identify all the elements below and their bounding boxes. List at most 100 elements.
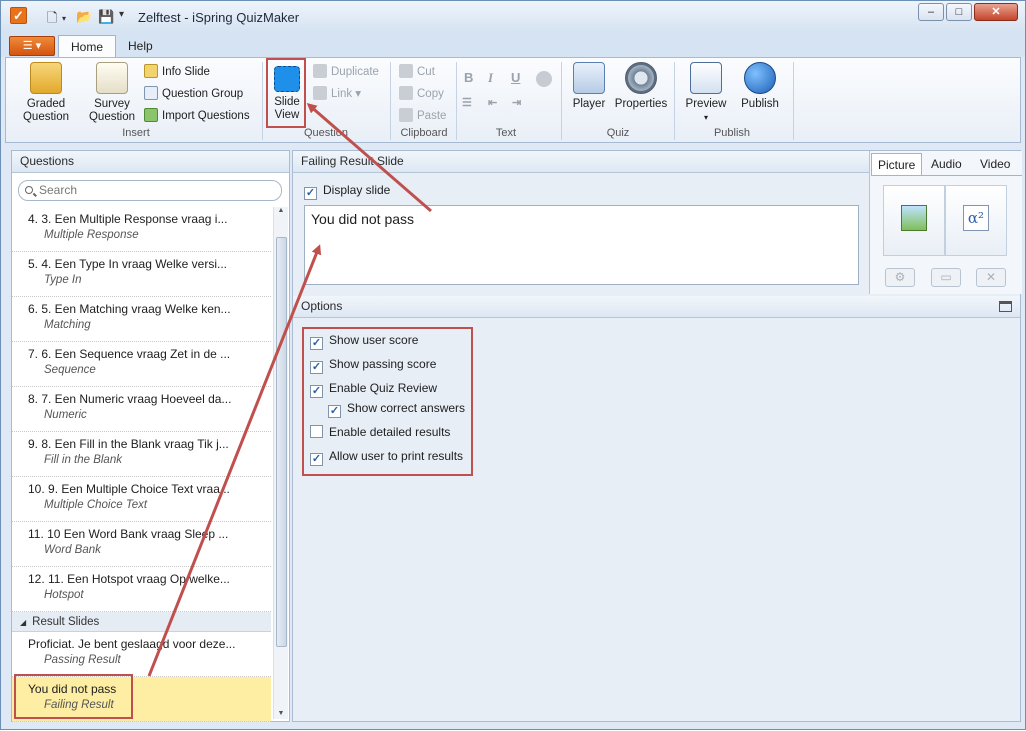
new-file-icon[interactable]: 🗋 bbox=[47, 9, 57, 31]
underline-button[interactable]: U bbox=[511, 70, 520, 85]
list-item[interactable]: 4. 3. Een Multiple Response vraag i... Mu… bbox=[12, 207, 271, 252]
quiz-group-label: Quiz bbox=[606, 127, 630, 139]
options-collapse-icon[interactable] bbox=[999, 301, 1012, 312]
maximize-button[interactable]: □ bbox=[946, 3, 972, 21]
decrease-indent-icon[interactable]: ⇤ bbox=[488, 96, 497, 109]
info-slide-button[interactable]: Info Slide bbox=[144, 63, 210, 81]
search-input[interactable]: Search bbox=[18, 180, 282, 201]
result-slides-section[interactable]: ◢ Result Slides bbox=[12, 612, 271, 632]
question-title: 5. 4. Een Type In vraag Welke versi... bbox=[28, 257, 227, 271]
import-questions-label: Import Questions bbox=[162, 110, 250, 122]
gear-icon bbox=[625, 62, 657, 94]
info-slide-label: Info Slide bbox=[162, 66, 210, 78]
list-item[interactable]: 9. 8. Een Fill in the Blank vraag Tik j.… bbox=[12, 432, 271, 477]
qat-customize-icon[interactable]: ▾ bbox=[119, 9, 124, 20]
link-button[interactable]: Link ▾ bbox=[313, 85, 361, 103]
link-label: Link bbox=[331, 88, 353, 100]
survey-question-icon bbox=[96, 62, 128, 94]
tab-home[interactable]: Home bbox=[58, 35, 117, 57]
app-menu-button[interactable]: ☰ ▾ bbox=[9, 36, 55, 56]
copy-icon bbox=[399, 86, 413, 100]
question-group-label: Question Group bbox=[162, 88, 244, 100]
questions-scrollbar[interactable]: ▲ ▼ bbox=[273, 207, 288, 719]
copy-button[interactable]: Copy bbox=[399, 85, 444, 103]
list-item[interactable]: 8. 7. Een Numeric vraag Hoeveel da... Num… bbox=[12, 387, 271, 432]
insert-group-label: Insert bbox=[122, 127, 150, 139]
increase-indent-icon[interactable]: ⇥ bbox=[512, 96, 521, 109]
minimize-button[interactable]: ‒ bbox=[918, 3, 944, 21]
bullet-list-icon[interactable]: ☰ bbox=[462, 96, 472, 109]
list-item[interactable]: 5. 4. Een Type In vraag Welke versi... Ty… bbox=[12, 252, 271, 297]
display-slide-checkbox[interactable]: ✓ Display slide bbox=[304, 183, 390, 200]
duplicate-icon bbox=[313, 64, 327, 78]
survey-question-button[interactable]: Survey Question bbox=[86, 62, 138, 124]
question-title: 11. 10 Een Word Bank vraag Sleep ... bbox=[28, 527, 229, 541]
title-bar: ✓ 🗋 ▾ 📂 💾 ▾ Zelftest - iSpring QuizMaker… bbox=[1, 1, 1025, 32]
list-item[interactable]: Proficiat. Je bent geslaagd voor deze...… bbox=[12, 632, 271, 677]
dropdown-arrow-icon[interactable]: ▾ bbox=[62, 14, 66, 23]
media-folder-button[interactable]: ▭ bbox=[931, 268, 961, 287]
slide-text: You did not pass bbox=[311, 211, 415, 227]
cut-button[interactable]: Cut bbox=[399, 63, 435, 81]
link-icon bbox=[313, 86, 327, 100]
question-type: Fill in the Blank bbox=[44, 454, 122, 466]
question-type: Type In bbox=[44, 274, 82, 286]
slide-text-editor[interactable]: You did not pass bbox=[304, 205, 859, 285]
question-group-icon bbox=[144, 86, 158, 100]
import-questions-button[interactable]: Import Questions bbox=[144, 107, 250, 125]
insert-picture-button[interactable] bbox=[883, 185, 945, 256]
search-icon bbox=[25, 186, 33, 194]
tab-audio[interactable]: Audio bbox=[925, 153, 968, 175]
group-separator bbox=[674, 62, 675, 140]
list-item[interactable]: 12. 11. Een Hotspot vraag Op welke... Hot… bbox=[12, 567, 271, 612]
graded-question-button[interactable]: Graded Question bbox=[16, 62, 76, 124]
questions-panel-header: Questions bbox=[12, 151, 289, 173]
tab-picture[interactable]: Picture bbox=[871, 153, 923, 175]
app-window: ✓ 🗋 ▾ 📂 💾 ▾ Zelftest - iSpring QuizMaker… bbox=[0, 0, 1026, 730]
list-item[interactable]: 10. 9. Een Multiple Choice Text vraa... M… bbox=[12, 477, 271, 522]
cut-label: Cut bbox=[417, 66, 435, 78]
save-icon[interactable]: 💾 bbox=[98, 9, 114, 25]
media-settings-button[interactable]: ⚙ bbox=[885, 268, 915, 287]
preview-button[interactable]: Preview ▾ bbox=[682, 62, 730, 124]
insert-formula-button[interactable]: α² bbox=[945, 185, 1007, 256]
paste-button[interactable]: Paste bbox=[399, 107, 446, 125]
picture-icon bbox=[901, 205, 927, 231]
bold-button[interactable]: B bbox=[464, 70, 473, 85]
scroll-up-icon[interactable]: ▲ bbox=[274, 207, 288, 214]
scroll-down-icon[interactable]: ▼ bbox=[274, 710, 288, 717]
app-logo-icon[interactable]: ✓ bbox=[10, 7, 27, 24]
properties-button[interactable]: Properties bbox=[612, 62, 670, 111]
group-separator bbox=[793, 62, 794, 140]
question-title: 8. 7. Een Numeric vraag Hoeveel da... bbox=[28, 392, 232, 406]
question-title: 6. 5. Een Matching vraag Welke ken... bbox=[28, 302, 231, 316]
list-item[interactable]: 7. 6. Een Sequence vraag Zet in de ... Se… bbox=[12, 342, 271, 387]
display-slide-label: Display slide bbox=[323, 183, 391, 197]
question-type: Sequence bbox=[44, 364, 96, 376]
tab-video[interactable]: Video bbox=[974, 153, 1016, 175]
question-type: Hotspot bbox=[44, 589, 84, 601]
duplicate-button[interactable]: Duplicate bbox=[313, 63, 379, 81]
media-delete-button[interactable]: ✕ bbox=[976, 268, 1006, 287]
publish-label: Publish bbox=[741, 98, 779, 110]
question-title: 9. 8. Een Fill in the Blank vraag Tik j.… bbox=[28, 437, 229, 451]
scrollbar-thumb[interactable] bbox=[276, 237, 287, 647]
publish-button[interactable]: Publish bbox=[737, 62, 783, 111]
list-item[interactable]: 6. 5. Een Matching vraag Welke ken... Mat… bbox=[12, 297, 271, 342]
list-item[interactable]: 11. 10 Een Word Bank vraag Sleep ... Word… bbox=[12, 522, 271, 567]
duplicate-label: Duplicate bbox=[331, 66, 379, 78]
collapse-triangle-icon[interactable]: ◢ bbox=[20, 618, 26, 627]
question-group-button[interactable]: Question Group bbox=[144, 85, 243, 103]
globe-icon bbox=[744, 62, 776, 94]
questions-list: 4. 3. Een Multiple Response vraag i... Mu… bbox=[12, 207, 271, 722]
close-button[interactable]: ✕ bbox=[974, 3, 1018, 21]
text-color-icon[interactable] bbox=[536, 71, 552, 87]
player-button[interactable]: Player bbox=[569, 62, 609, 111]
open-folder-icon[interactable]: 📂 bbox=[76, 9, 92, 25]
options-header: Options bbox=[293, 296, 1020, 318]
question-type: Word Bank bbox=[44, 544, 101, 556]
result-type: Passing Result bbox=[44, 654, 121, 666]
tab-help[interactable]: Help bbox=[116, 35, 165, 57]
italic-button[interactable]: I bbox=[488, 70, 493, 86]
options-highlight bbox=[302, 327, 473, 476]
